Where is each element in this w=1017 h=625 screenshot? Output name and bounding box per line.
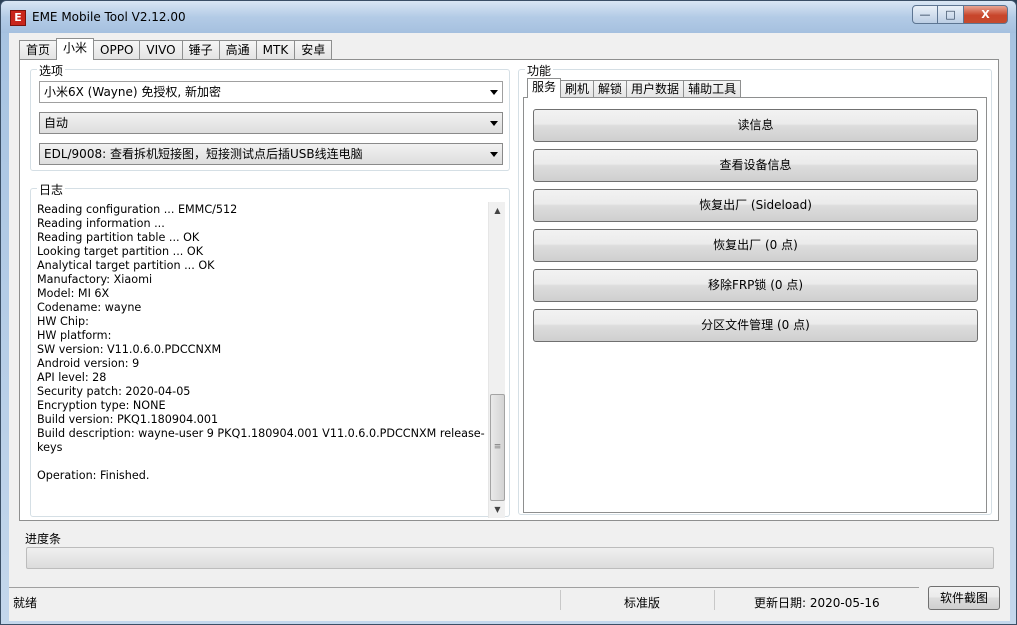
log-line: Reading configuration ... EMMC/512 [37, 203, 238, 216]
tab-home[interactable]: 首页 [19, 40, 58, 60]
tab-user-data[interactable]: 用户数据 [626, 80, 685, 98]
log-line: Analytical target partition ... OK [37, 259, 215, 272]
log-line: HW Chip: [37, 315, 89, 328]
model-select[interactable]: 小米6X (Wayne) 免授权, 新加密 [39, 81, 503, 103]
log-group: 日志 Reading configuration ... EMMC/512 Re… [30, 181, 510, 518]
client-area: 首页 小米 OPPO VIVO 锤子 高通 MTK 安卓 选项 小米6X (Wa… [9, 33, 1010, 621]
log-line: Build version: PKQ1.180904.001 [37, 413, 219, 426]
log-line: Build description: wayne-user 9 PKQ1.180… [37, 427, 485, 440]
chevron-down-icon [490, 90, 498, 95]
factory-reset-sideload-button[interactable]: 恢复出厂 (Sideload) [533, 189, 978, 222]
tab-vivo[interactable]: VIVO [139, 40, 183, 60]
log-line: Security patch: 2020-04-05 [37, 385, 191, 398]
chevron-down-icon [490, 152, 498, 157]
functions-tab-bar: 服务 刷机 解锁 用户数据 辅助工具 [527, 78, 742, 98]
tab-unlock[interactable]: 解锁 [593, 80, 628, 98]
mode-select-value: 自动 [44, 116, 69, 130]
edl-select-value: EDL/9008: 查看拆机短接图，短接测试点后插USB线连电脑 [44, 147, 363, 161]
partition-manager-button[interactable]: 分区文件管理 (0 点) [533, 309, 978, 342]
log-output[interactable]: Reading configuration ... EMMC/512 Readi… [37, 203, 485, 503]
log-line: Looking target partition ... OK [37, 245, 204, 258]
tab-oppo[interactable]: OPPO [93, 40, 141, 60]
progress-label: 进度条 [25, 532, 62, 546]
tab-mtk[interactable]: MTK [255, 40, 296, 60]
log-line: HW platform: [37, 329, 112, 342]
model-select-value: 小米6X (Wayne) 免授权, 新加密 [44, 85, 222, 99]
log-line: Manufactory: Xiaomi [37, 273, 153, 286]
status-divider [714, 590, 715, 610]
log-line: Reading partition table ... OK [37, 231, 200, 244]
tab-tools[interactable]: 辅助工具 [683, 80, 742, 98]
log-line: Operation: Finished. [37, 469, 150, 482]
log-scrollbar[interactable]: ▲ ≡ ▼ [488, 202, 505, 518]
edl-select[interactable]: EDL/9008: 查看拆机短接图，短接测试点后插USB线连电脑 [39, 143, 503, 165]
log-line: Model: MI 6X [37, 287, 110, 300]
view-device-info-button[interactable]: 查看设备信息 [533, 149, 978, 182]
title-bar[interactable]: E EME Mobile Tool V2.12.00 — □ X [1, 1, 1016, 33]
functions-group: 功能 服务 刷机 解锁 用户数据 辅助工具 读信息 查看设备信息 恢复出厂 (S… [518, 62, 992, 515]
app-logo-icon: E [10, 10, 26, 26]
scrollbar-thumb[interactable]: ≡ [490, 394, 505, 501]
functions-group-title: 功能 [525, 62, 554, 79]
tab-android[interactable]: 安卓 [294, 40, 333, 60]
update-date: 更新日期: 2020-05-16 [754, 596, 880, 610]
log-line: Android version: 9 [37, 357, 140, 370]
window-controls: — □ X [912, 5, 1008, 25]
main-tab-bar: 首页 小米 OPPO VIVO 锤子 高通 MTK 安卓 [19, 38, 333, 60]
remove-frp-button[interactable]: 移除FRP锁 (0 点) [533, 269, 978, 302]
log-line: Encryption type: NONE [37, 399, 166, 412]
status-divider [560, 590, 561, 610]
progress-bar [26, 547, 994, 569]
minimize-button[interactable]: — [912, 5, 938, 24]
scroll-down-icon[interactable]: ▼ [489, 501, 506, 518]
log-line: API level: 28 [37, 371, 107, 384]
log-line: SW version: V11.0.6.0.PDCCNXM [37, 343, 222, 356]
maximize-button[interactable]: □ [938, 5, 964, 24]
tab-xiaomi[interactable]: 小米 [56, 38, 95, 60]
scroll-up-icon[interactable]: ▲ [489, 202, 506, 219]
status-bar: 就绪 标准版 更新日期: 2020-05-16 [9, 587, 919, 611]
close-button[interactable]: X [964, 5, 1008, 24]
options-group-title: 选项 [37, 62, 66, 79]
mode-select[interactable]: 自动 [39, 112, 503, 134]
status-text: 就绪 [13, 596, 38, 610]
options-group: 选项 小米6X (Wayne) 免授权, 新加密 自动 EDL/9008: 查看… [30, 62, 510, 171]
app-window: E EME Mobile Tool V2.12.00 — □ X 首页 小米 O… [0, 0, 1017, 625]
factory-reset-button[interactable]: 恢复出厂 (0 点) [533, 229, 978, 262]
tab-qualcomm[interactable]: 高通 [218, 40, 257, 60]
edition-label: 标准版 [624, 596, 661, 610]
log-group-title: 日志 [37, 181, 66, 198]
log-line: Reading information ... [37, 217, 165, 230]
xiaomi-tab-panel: 选项 小米6X (Wayne) 免授权, 新加密 自动 EDL/9008: 查看… [19, 59, 999, 521]
chevron-down-icon [490, 121, 498, 126]
window-title: EME Mobile Tool V2.12.00 [32, 10, 186, 24]
software-screenshot-button[interactable]: 软件截图 [928, 586, 1000, 610]
tab-service[interactable]: 服务 [527, 78, 562, 98]
tab-smartisan[interactable]: 锤子 [181, 40, 220, 60]
log-line: Codename: wayne [37, 301, 142, 314]
tab-flash[interactable]: 刷机 [560, 80, 595, 98]
read-info-button[interactable]: 读信息 [533, 109, 978, 142]
service-tab-panel: 读信息 查看设备信息 恢复出厂 (Sideload) 恢复出厂 (0 点) 移除… [523, 97, 987, 513]
log-line: keys [37, 441, 63, 454]
